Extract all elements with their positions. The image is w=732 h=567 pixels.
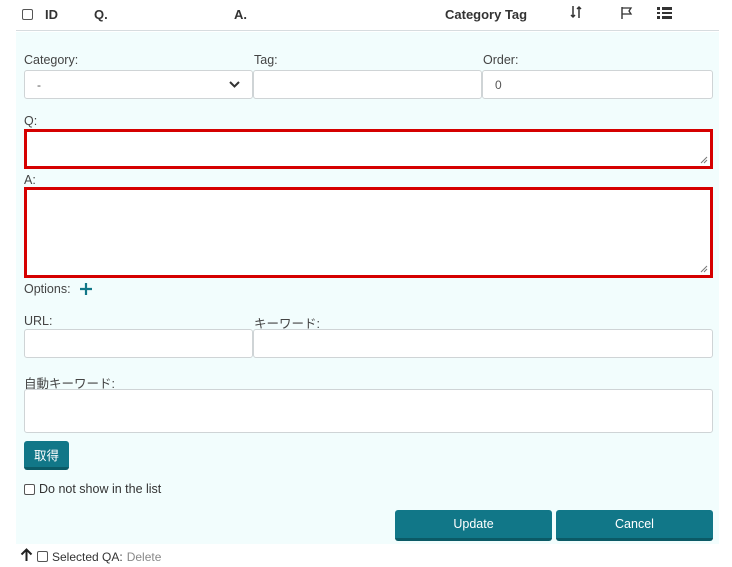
order-input-value: 0 — [495, 77, 502, 92]
options-label: Options: — [24, 282, 71, 296]
q-label: Q: — [24, 114, 38, 128]
flag-icon[interactable] — [620, 6, 634, 23]
order-label: Order: — [483, 53, 519, 67]
select-all-checkbox[interactable] — [22, 9, 33, 20]
bulk-actions: Selected QA: Delete — [20, 548, 161, 565]
tag-input[interactable] — [253, 70, 482, 99]
plus-icon[interactable] — [80, 282, 92, 300]
category-select-value: - — [37, 77, 41, 92]
selected-checkbox[interactable] — [37, 551, 48, 562]
update-button[interactable]: Update — [395, 510, 552, 541]
edit-panel: Category: - Tag: Order: 0 Q: A: Options:… — [16, 32, 719, 544]
delete-link[interactable]: Delete — [127, 550, 162, 564]
chevron-down-icon — [229, 80, 240, 88]
list-options-icon[interactable] — [657, 6, 672, 23]
selected-label: Selected QA: — [52, 549, 123, 564]
list-header: ID Q. A. Category Tag — [16, 0, 719, 31]
header-q[interactable]: Q. — [94, 7, 108, 22]
arrow-up-icon[interactable] — [20, 548, 33, 565]
category-label: Category: — [24, 53, 79, 67]
resize-handle-icon[interactable] — [700, 156, 708, 164]
category-select[interactable]: - — [24, 70, 253, 99]
keyword-input[interactable] — [253, 329, 713, 358]
resize-handle-icon[interactable] — [700, 265, 708, 273]
a-label: A: — [24, 173, 36, 187]
url-input[interactable] — [24, 329, 253, 358]
header-id[interactable]: ID — [45, 7, 58, 22]
sort-icon[interactable] — [570, 5, 582, 22]
hide-option: Do not show in the list — [24, 482, 161, 496]
order-input[interactable]: 0 — [482, 70, 713, 99]
hide-checkbox[interactable] — [24, 483, 35, 495]
hide-label: Do not show in the list — [39, 482, 162, 496]
url-label: URL: — [24, 314, 53, 328]
fetch-button[interactable]: 取得 — [24, 441, 69, 470]
header-category-tag[interactable]: Category Tag — [445, 7, 527, 22]
auto-keyword-input[interactable] — [24, 389, 713, 433]
tag-label: Tag: — [254, 53, 278, 67]
cancel-button[interactable]: Cancel — [556, 510, 713, 541]
a-textarea[interactable] — [24, 187, 713, 278]
q-textarea[interactable] — [24, 129, 713, 169]
header-a[interactable]: A. — [234, 7, 247, 22]
